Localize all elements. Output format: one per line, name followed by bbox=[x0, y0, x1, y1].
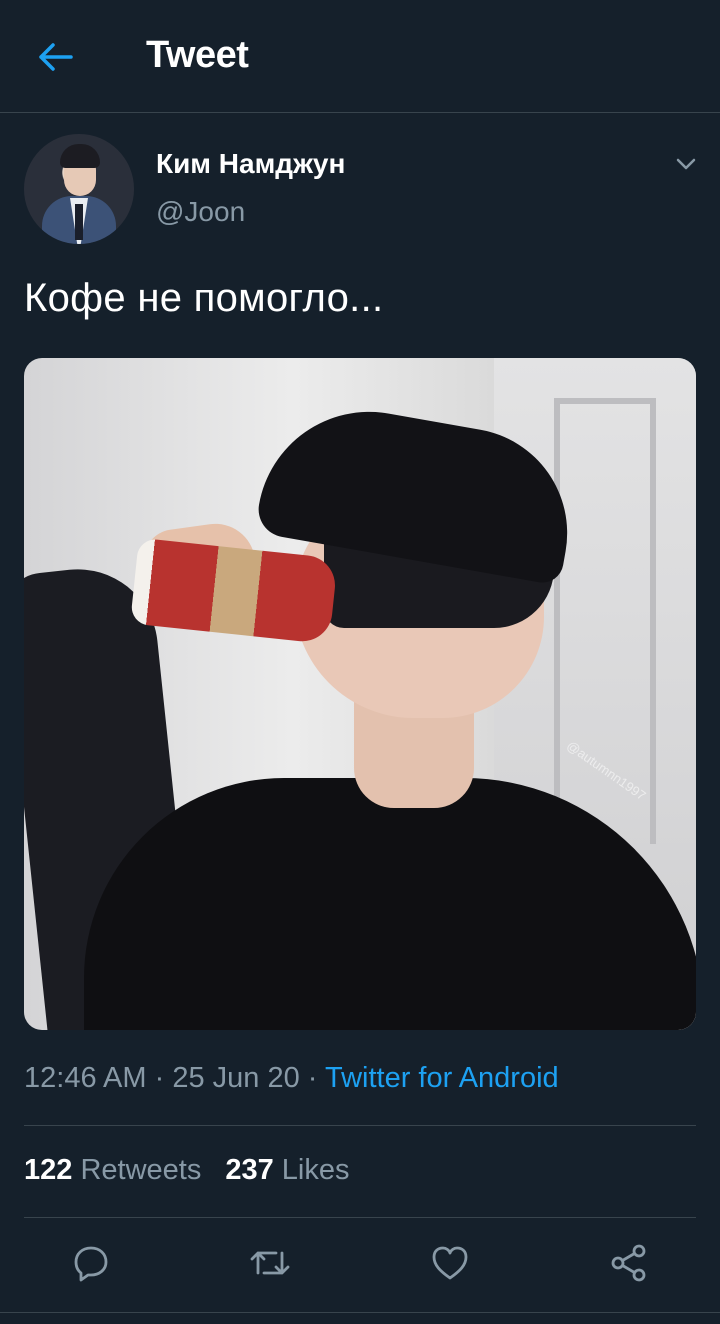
header: Tweet bbox=[0, 0, 720, 113]
back-button[interactable] bbox=[30, 32, 80, 82]
page-title: Tweet bbox=[146, 34, 249, 76]
likes-stat[interactable]: 237 Likes bbox=[225, 1154, 349, 1186]
retweets-label: Retweets bbox=[80, 1154, 202, 1186]
author-handle[interactable]: @Joon bbox=[156, 196, 245, 228]
chevron-down-icon bbox=[676, 158, 696, 170]
retweet-button[interactable] bbox=[248, 1241, 292, 1285]
tweet-meta: 12:46 AM · 25 Jun 20 · Twitter for Andro… bbox=[24, 1062, 559, 1095]
reply-button[interactable] bbox=[69, 1241, 113, 1285]
tweet-media-image[interactable]: @autumnn1997 bbox=[24, 358, 696, 1030]
like-button[interactable] bbox=[428, 1241, 472, 1285]
reply-icon bbox=[74, 1246, 108, 1282]
more-options-button[interactable] bbox=[672, 150, 700, 178]
tweet-detail-screen: Tweet Ким Намджун @Joon Кофе не помогло.… bbox=[0, 0, 720, 1324]
divider bbox=[24, 1125, 696, 1126]
meta-separator: · bbox=[146, 1062, 173, 1094]
meta-separator: · bbox=[299, 1062, 325, 1094]
tweet-time: 12:46 AM bbox=[24, 1062, 147, 1094]
divider bbox=[24, 1217, 696, 1218]
avatar[interactable] bbox=[24, 134, 134, 244]
retweets-stat[interactable]: 122 Retweets bbox=[24, 1154, 201, 1186]
heart-icon bbox=[432, 1246, 468, 1280]
author-name[interactable]: Ким Намджун bbox=[156, 148, 345, 180]
retweet-icon bbox=[250, 1251, 290, 1275]
arrow-left-icon bbox=[39, 43, 73, 71]
tweet-text: Кофе не помогло... bbox=[24, 276, 384, 320]
retweets-count: 122 bbox=[24, 1154, 73, 1186]
likes-count: 237 bbox=[225, 1154, 274, 1186]
likes-label: Likes bbox=[281, 1154, 350, 1186]
tweet-date: 25 Jun 20 bbox=[172, 1062, 300, 1094]
tweet-source-link[interactable]: Twitter for Android bbox=[325, 1062, 559, 1094]
share-button[interactable] bbox=[607, 1241, 651, 1285]
share-icon bbox=[611, 1244, 646, 1282]
tweet-stats: 122 Retweets 237 Likes bbox=[24, 1154, 350, 1187]
divider bbox=[0, 1312, 720, 1313]
